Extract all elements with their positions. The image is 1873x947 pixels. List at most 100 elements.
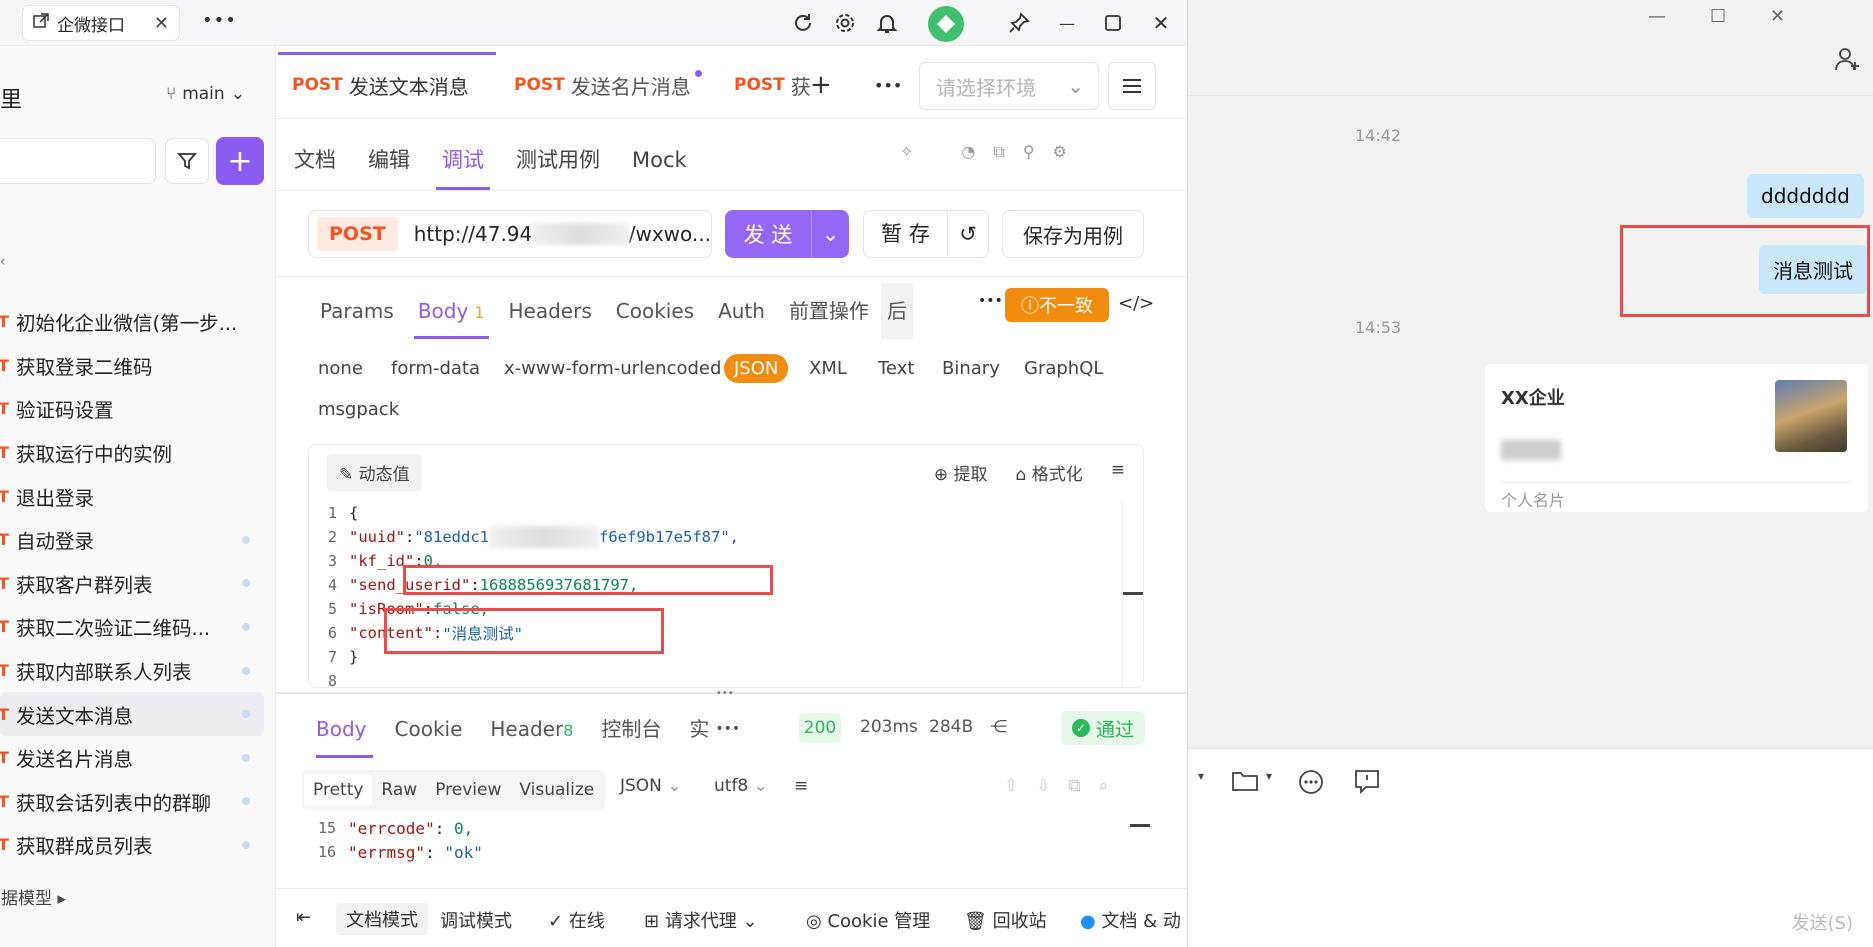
pass-badge[interactable]: ✓ 通过 bbox=[1061, 711, 1145, 745]
sidebar-item[interactable]: T 获取群成员列表 bbox=[0, 823, 264, 867]
drag-handle-icon[interactable]: ••• bbox=[716, 688, 734, 699]
caret-down-icon[interactable]: ▾ bbox=[1266, 769, 1272, 783]
sidebar-item[interactable]: T 获取运行中的实例 bbox=[0, 431, 264, 475]
chat-bubble-icon[interactable] bbox=[1354, 769, 1380, 799]
tab-cookies[interactable]: Cookies bbox=[604, 283, 706, 339]
share-icon[interactable]: ⋲ bbox=[990, 717, 1007, 737]
undo-icon[interactable]: ↺ bbox=[948, 222, 988, 246]
tab-headers[interactable]: Headers bbox=[497, 283, 604, 339]
sidebar-item[interactable]: T 自动登录 bbox=[0, 518, 264, 562]
tab-send-text[interactable]: POST 发送文本消息 bbox=[292, 52, 469, 118]
extract-button[interactable]: ⊕ 提取 bbox=[934, 460, 988, 485]
tab-response-body[interactable]: Body bbox=[308, 700, 381, 758]
refresh-icon[interactable] bbox=[790, 10, 816, 36]
send-button[interactable]: 发送(S) bbox=[1792, 909, 1853, 935]
download-icon[interactable]: ⇩ bbox=[1036, 776, 1050, 796]
cookie-manager[interactable]: ◎ Cookie 管理 bbox=[806, 907, 930, 933]
body-type-xml[interactable]: XML bbox=[809, 358, 847, 379]
tab-actual-request[interactable]: 实 bbox=[675, 700, 715, 758]
url-input[interactable]: POST http://47.94 /wxwo... bbox=[308, 210, 712, 258]
message-input-area[interactable]: ▾ ▾ 发送(S) bbox=[1188, 748, 1873, 947]
body-type-urlencoded[interactable]: x-www-form-urlencoded bbox=[504, 358, 721, 379]
format-button[interactable]: ⌂ 格式化 bbox=[1016, 460, 1083, 485]
new-tab-button[interactable]: + bbox=[810, 52, 832, 118]
save-as-case-button[interactable]: 保存为用例 bbox=[1002, 210, 1144, 258]
body-type-graphql[interactable]: GraphQL bbox=[1024, 358, 1103, 379]
body-type-msgpack[interactable]: msgpack bbox=[318, 399, 399, 420]
app-logo-icon[interactable] bbox=[928, 6, 964, 42]
send-button[interactable]: 发 送 ⌄ bbox=[725, 210, 849, 258]
sidebar-item[interactable]: T 获取会话列表中的群聊 bbox=[0, 780, 264, 824]
wrap-icon[interactable]: ≡ bbox=[1111, 460, 1125, 485]
body-type-form-data[interactable]: form-data bbox=[391, 358, 480, 379]
tree-caret-icon[interactable]: ‹ bbox=[0, 254, 6, 270]
tab-params[interactable]: Params bbox=[308, 283, 406, 339]
bell-icon[interactable] bbox=[874, 10, 900, 36]
copy-icon[interactable]: ⧉ bbox=[1069, 776, 1081, 796]
add-button[interactable]: + bbox=[216, 137, 264, 185]
caret-down-icon[interactable]: ▾ bbox=[1198, 769, 1204, 783]
chevron-down-icon[interactable]: ⌄ bbox=[811, 210, 849, 258]
wrap-icon[interactable]: ≡ bbox=[794, 776, 808, 796]
tab-post-ops[interactable]: 后 bbox=[880, 283, 913, 339]
body-type-text[interactable]: Text bbox=[878, 358, 914, 379]
view-raw[interactable]: Raw bbox=[372, 774, 426, 806]
sidebar-item[interactable]: T 获取客户群列表 bbox=[0, 562, 264, 606]
branch-selector[interactable]: ⑂ main ⌄ bbox=[166, 84, 245, 104]
tab-send-card[interactable]: POST 发送名片消息 bbox=[514, 52, 702, 118]
more-icon[interactable]: ••• bbox=[715, 700, 754, 758]
view-pretty[interactable]: Pretty bbox=[304, 774, 373, 806]
body-type-json[interactable]: JSON bbox=[724, 354, 789, 383]
trash-button[interactable]: 🗑 回收站 bbox=[964, 907, 1047, 933]
environment-select[interactable]: 请选择环境 ⌄ bbox=[919, 62, 1099, 110]
folder-icon[interactable] bbox=[1232, 769, 1258, 795]
tab-debug[interactable]: 调试 bbox=[426, 130, 500, 190]
scrollbar-thumb[interactable] bbox=[1130, 824, 1150, 827]
more-icon[interactable]: ••• bbox=[978, 293, 1003, 309]
copy-icon[interactable]: ⧉ bbox=[993, 142, 1004, 162]
tab-auth[interactable]: Auth bbox=[706, 283, 777, 339]
debug-mode-button[interactable]: 调试模式 bbox=[440, 907, 512, 933]
tab-body[interactable]: Body 1 bbox=[406, 283, 497, 339]
online-status[interactable]: ✓ 在线 bbox=[548, 907, 605, 933]
tab-mock[interactable]: Mock bbox=[616, 130, 703, 190]
tab-test-cases[interactable]: 测试用例 bbox=[500, 130, 616, 190]
filter-icon[interactable] bbox=[165, 138, 209, 184]
tab-response-header[interactable]: Header8 bbox=[476, 700, 587, 758]
proxy-menu[interactable]: ⊞ 请求代理 ⌄ bbox=[644, 907, 758, 933]
dynamic-value-button[interactable]: ✎ 动态值 bbox=[327, 453, 422, 491]
project-tab[interactable]: 企微接口 ✕ bbox=[22, 5, 180, 41]
gear-icon[interactable] bbox=[832, 10, 858, 36]
chart-icon[interactable]: ◔ bbox=[961, 142, 975, 162]
sidebar-item[interactable]: T 初始化企业微信(第一步... bbox=[0, 300, 264, 344]
save-temp-button[interactable]: 暂 存 ↺ bbox=[863, 210, 989, 258]
method-badge[interactable]: POST bbox=[317, 217, 398, 251]
maximize-icon[interactable] bbox=[1100, 10, 1126, 36]
view-visualize[interactable]: Visualize bbox=[510, 774, 603, 806]
sidebar-item[interactable]: T 验证码设置 bbox=[0, 387, 264, 431]
body-type-none[interactable]: none bbox=[318, 358, 363, 379]
branch-compare-icon[interactable]: ⚲ bbox=[1023, 142, 1035, 162]
sidebar-item[interactable]: T 发送名片消息 bbox=[0, 736, 264, 780]
tab-edit[interactable]: 编辑 bbox=[352, 130, 426, 190]
pin-icon[interactable] bbox=[1006, 10, 1032, 36]
menu-icon[interactable] bbox=[1108, 62, 1156, 110]
data-model-section[interactable]: 数据模型 ▸ bbox=[0, 884, 66, 909]
more-icon[interactable]: ••• bbox=[874, 52, 902, 118]
contact-card[interactable]: XX企业 个人名片 bbox=[1485, 364, 1868, 512]
body-type-binary[interactable]: Binary bbox=[942, 358, 1000, 379]
mismatch-badge[interactable]: ⓘ 不一致 bbox=[1005, 288, 1109, 322]
scrollbar-thumb[interactable] bbox=[1123, 592, 1143, 595]
close-window-icon[interactable]: ✕ bbox=[1770, 6, 1785, 27]
minimize-icon[interactable]: — bbox=[1648, 6, 1666, 27]
sidebar-item[interactable]: T 获取内部联系人列表 bbox=[0, 649, 264, 693]
search-icon[interactable]: ⌕ bbox=[1099, 776, 1109, 796]
doc-mode-button[interactable]: 文档模式 bbox=[336, 903, 428, 935]
tab-response-cookie[interactable]: Cookie bbox=[381, 700, 477, 758]
message-bubble[interactable]: ddddddd bbox=[1747, 174, 1864, 218]
add-member-icon[interactable] bbox=[1834, 46, 1860, 78]
encoding-select[interactable]: utf8 ⌄ bbox=[714, 776, 768, 796]
docs-button[interactable]: ● 文档 & 动 bbox=[1080, 907, 1181, 933]
sidebar-item[interactable]: T 退出登录 bbox=[0, 474, 264, 518]
sidebar-item[interactable]: T 发送文本消息 bbox=[0, 692, 264, 736]
